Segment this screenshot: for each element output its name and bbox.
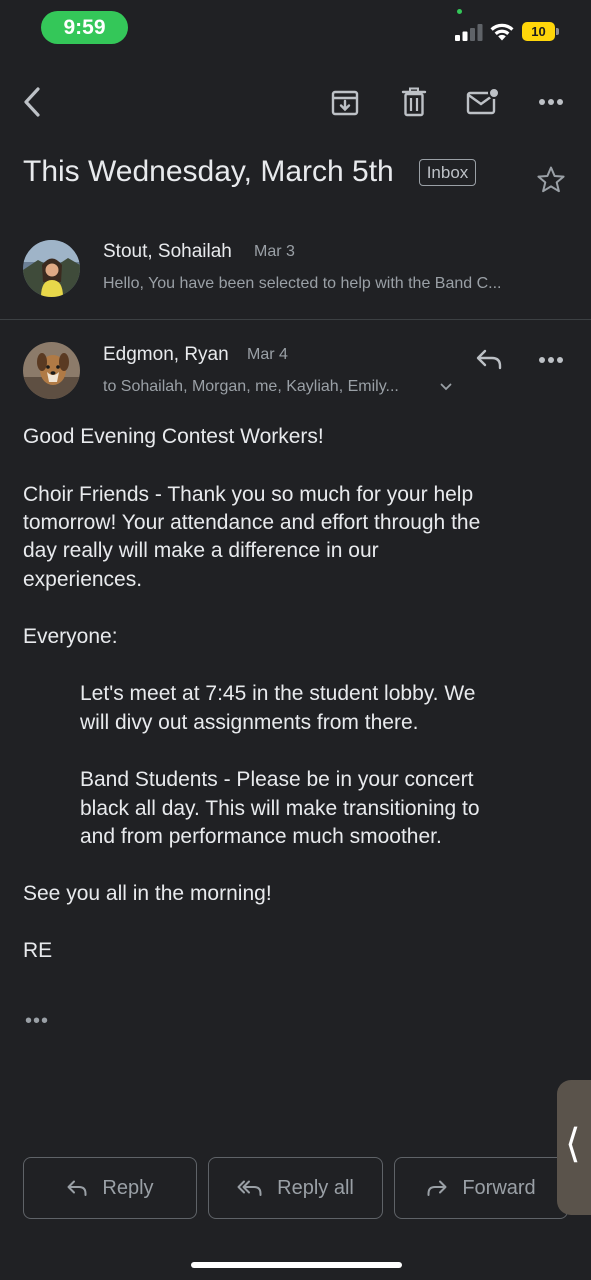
body-line: Let's meet at 7:45 in the student lobby.… — [80, 682, 476, 705]
cellular-signal-icon — [455, 24, 483, 41]
reply-label: Reply — [102, 1176, 154, 1199]
recipients-line[interactable]: to Sohailah, Morgan, me, Kayliah, Emily.… — [103, 378, 433, 396]
message-more-icon[interactable] — [534, 346, 568, 374]
reply-button[interactable]: Reply — [23, 1157, 197, 1219]
body-signature: RE — [23, 939, 53, 962]
message-snippet: Hello, You have been selected to help wi… — [103, 275, 502, 292]
sender-name: Edgmon, Ryan — [103, 344, 229, 365]
message-date: Mar 3 — [254, 243, 295, 260]
avatar — [23, 342, 80, 399]
reply-icon — [67, 1180, 87, 1196]
forward-icon — [427, 1180, 447, 1196]
sender-name: Stout, Sohailah — [103, 241, 232, 262]
chevron-left-icon: ⟨ — [565, 1122, 581, 1166]
body-closing: See you all in the morning! — [23, 882, 272, 905]
star-icon[interactable] — [535, 164, 567, 196]
status-bar: 9:59 10 — [0, 0, 591, 56]
more-icon[interactable] — [534, 88, 568, 116]
archive-icon[interactable] — [328, 86, 362, 120]
email-subject: This Wednesday, March 5th — [23, 155, 394, 188]
mark-unread-icon[interactable] — [464, 85, 502, 119]
trash-icon[interactable] — [397, 85, 431, 119]
body-greeting: Good Evening Contest Workers! — [23, 425, 324, 448]
privacy-indicator — [457, 9, 462, 14]
reply-all-label: Reply all — [277, 1176, 354, 1199]
side-handle[interactable]: ⟨ — [557, 1080, 591, 1215]
back-arrow-icon[interactable] — [14, 84, 50, 120]
wifi-icon — [490, 23, 514, 41]
body-line: tomorrow! Your attendance and effort thr… — [23, 511, 481, 534]
chevron-down-icon[interactable] — [436, 376, 456, 398]
body-line: and from performance much smoother. — [80, 825, 442, 848]
reply-icon[interactable] — [471, 344, 507, 374]
battery-nub — [556, 28, 559, 35]
body-line: experiences. — [23, 568, 143, 591]
body-line: black all day. This will make transition… — [80, 797, 480, 820]
body-line: Band Students - Please be in your concer… — [80, 768, 474, 791]
inbox-label-chip[interactable]: Inbox — [419, 159, 476, 186]
home-indicator[interactable] — [191, 1262, 402, 1268]
body-line: Everyone: — [23, 625, 118, 648]
reply-all-button[interactable]: Reply all — [208, 1157, 383, 1219]
forward-button[interactable]: Forward — [394, 1157, 568, 1219]
reply-all-icon — [237, 1180, 262, 1196]
message-date: Mar 4 — [247, 346, 288, 363]
forward-label: Forward — [462, 1176, 536, 1199]
message-divider — [0, 319, 591, 320]
show-trimmed-content[interactable]: ••• — [25, 1010, 49, 1033]
body-line: will divy out assignments from there. — [80, 711, 419, 734]
battery-indicator: 10 — [522, 22, 555, 41]
body-line: Choir Friends - Thank you so much for yo… — [23, 483, 474, 506]
avatar — [23, 240, 80, 297]
body-line: day really will make a difference in our — [23, 539, 379, 562]
status-time: 9:59 — [41, 11, 128, 44]
